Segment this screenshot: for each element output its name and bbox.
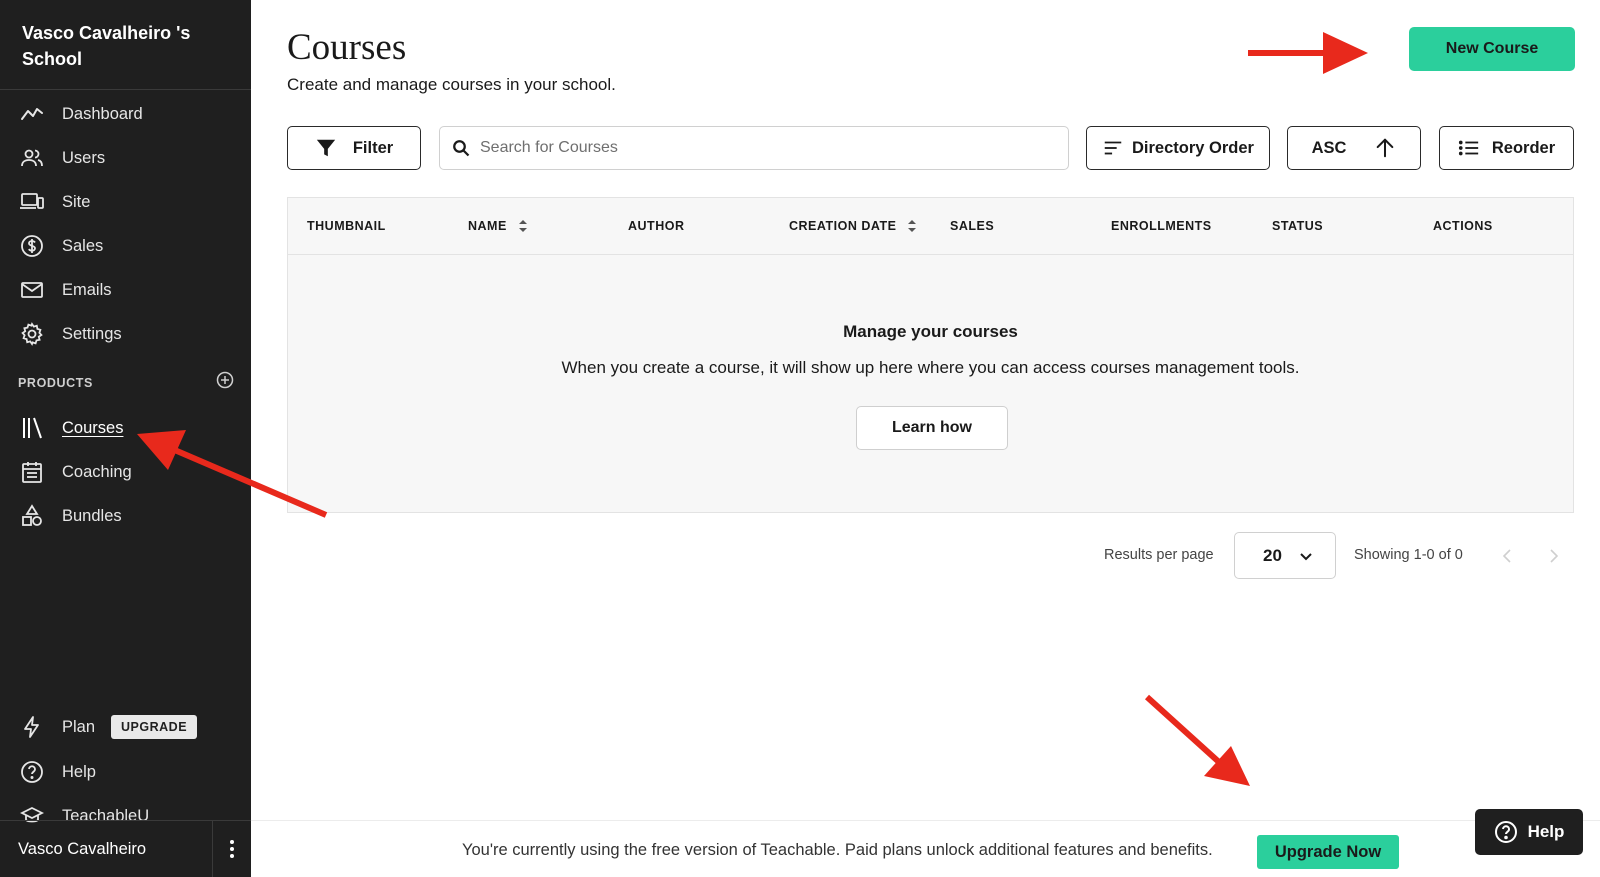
sidebar-item-label: Help [62,762,96,781]
sidebar-item-label: Bundles [62,506,122,525]
courses-table: THUMBNAIL NAME AUTHOR CREATION DATE SALE… [287,197,1574,513]
sidebar-item-label: Coaching [62,462,132,481]
sort-icon [518,220,527,232]
bundles-icon [18,502,46,530]
sidebar-item-label: Users [62,148,106,167]
more-options-icon[interactable] [213,821,251,877]
sidebar-item-emails[interactable]: Emails [0,270,251,310]
users-icon [18,144,46,172]
list-icon [1458,140,1479,156]
upgrade-badge[interactable]: UPGRADE [111,715,198,739]
sidebar-item-label: Plan [62,717,96,736]
annotation-arrow-upgrade [1144,694,1250,786]
column-header-creation-date[interactable]: CREATION DATE [789,219,918,233]
add-product-icon[interactable] [215,370,235,390]
reorder-button[interactable]: Reorder [1439,126,1574,170]
sidebar-item-courses[interactable]: Courses [0,408,251,448]
showing-count: Showing 1-0 of 0 [1354,547,1463,563]
annotation-arrow-new-course [1248,32,1368,74]
sidebar-item-label: Courses [62,418,124,437]
page-subtitle: Create and manage courses in your school… [287,75,616,94]
sort-direction-button[interactable]: ASC [1287,126,1421,170]
help-icon [18,758,46,786]
column-header-label: CREATION DATE [789,219,897,233]
email-icon [18,276,46,304]
sidebar-item-coaching[interactable]: Coaching [0,452,251,492]
help-widget-label: Help [1527,822,1565,841]
empty-state-text: When you create a course, it will show u… [561,358,1300,377]
sidebar-item-plan[interactable]: Plan UPGRADE [0,707,251,747]
help-widget-button[interactable]: Help [1475,809,1583,855]
sidebar-item-sales[interactable]: Sales [0,226,251,266]
dashboard-icon [18,100,46,128]
banner-message: You're currently using the free version … [462,841,1213,859]
sidebar-item-label: Site [62,192,91,211]
sidebar-item-help[interactable]: Help [0,752,251,792]
sidebar-divider [0,89,251,90]
sidebar-item-users[interactable]: Users [0,138,251,178]
plan-icon [18,713,46,741]
directory-order-button[interactable]: Directory Order [1086,126,1270,170]
filter-label: Filter [352,138,394,157]
results-per-page-select[interactable]: 20 [1234,532,1336,579]
next-page-icon[interactable] [1543,546,1563,566]
learn-how-button[interactable]: Learn how [856,406,1008,450]
results-per-page-value: 20 [1263,545,1282,565]
settings-icon [18,320,46,348]
sidebar-item-label: Emails [62,280,112,299]
previous-page-icon[interactable] [1498,546,1518,566]
sidebar-item-site[interactable]: Site [0,182,251,222]
reorder-label: Reorder [1491,138,1556,157]
results-per-page-label: Results per page [1104,547,1214,563]
directory-order-label: Directory Order [1132,138,1254,157]
products-header: PRODUCTS [18,376,93,390]
column-header-sales: SALES [950,219,995,233]
chevron-down-icon [1300,552,1312,560]
site-icon [18,188,46,216]
column-header-status: STATUS [1272,219,1324,233]
sort-lines-icon [1104,141,1122,155]
filter-button[interactable]: Filter [287,126,421,170]
filter-icon [316,139,335,157]
user-name[interactable]: Vasco Cavalheiro [18,840,212,859]
help-circle-icon [1494,821,1517,843]
search-input[interactable] [480,139,1040,157]
column-header-actions: ACTIONS [1433,219,1493,233]
sales-icon [18,232,46,260]
new-course-button[interactable]: New Course [1409,27,1575,71]
table-header: THUMBNAIL NAME AUTHOR CREATION DATE SALE… [288,198,1573,255]
upgrade-now-button[interactable]: Upgrade Now [1257,835,1399,869]
sidebar-item-label: Settings [62,324,122,343]
sort-direction-label: ASC [1311,138,1347,157]
arrow-up-icon [1377,138,1394,158]
search-icon [453,140,470,157]
sidebar-item-label: Sales [62,236,104,255]
sidebar-user: Vasco Cavalheiro [0,820,251,877]
courses-icon [18,414,46,442]
column-header-enrollments: ENROLLMENTS [1111,219,1212,233]
column-header-label: NAME [468,219,507,233]
app-root: Vasco Cavalheiro 's School Dashboard Use… [0,0,1600,877]
sidebar-item-dashboard[interactable]: Dashboard [0,94,251,134]
sort-icon [908,220,917,232]
sidebar-item-settings[interactable]: Settings [0,314,251,354]
column-header-name[interactable]: NAME [468,219,529,233]
school-name: Vasco Cavalheiro 's School [22,23,191,69]
column-header-author: AUTHOR [628,219,685,233]
column-header-thumbnail: THUMBNAIL [307,219,386,233]
empty-state-title: Manage your courses [843,322,1018,341]
search-box[interactable] [439,126,1069,170]
sidebar-item-label: Dashboard [62,104,143,123]
upgrade-banner: You're currently using the free version … [251,820,1600,877]
sidebar: Vasco Cavalheiro 's School Dashboard Use… [0,0,251,877]
coaching-icon [18,458,46,486]
page-title: Courses [287,27,407,68]
sidebar-item-bundles[interactable]: Bundles [0,496,251,536]
